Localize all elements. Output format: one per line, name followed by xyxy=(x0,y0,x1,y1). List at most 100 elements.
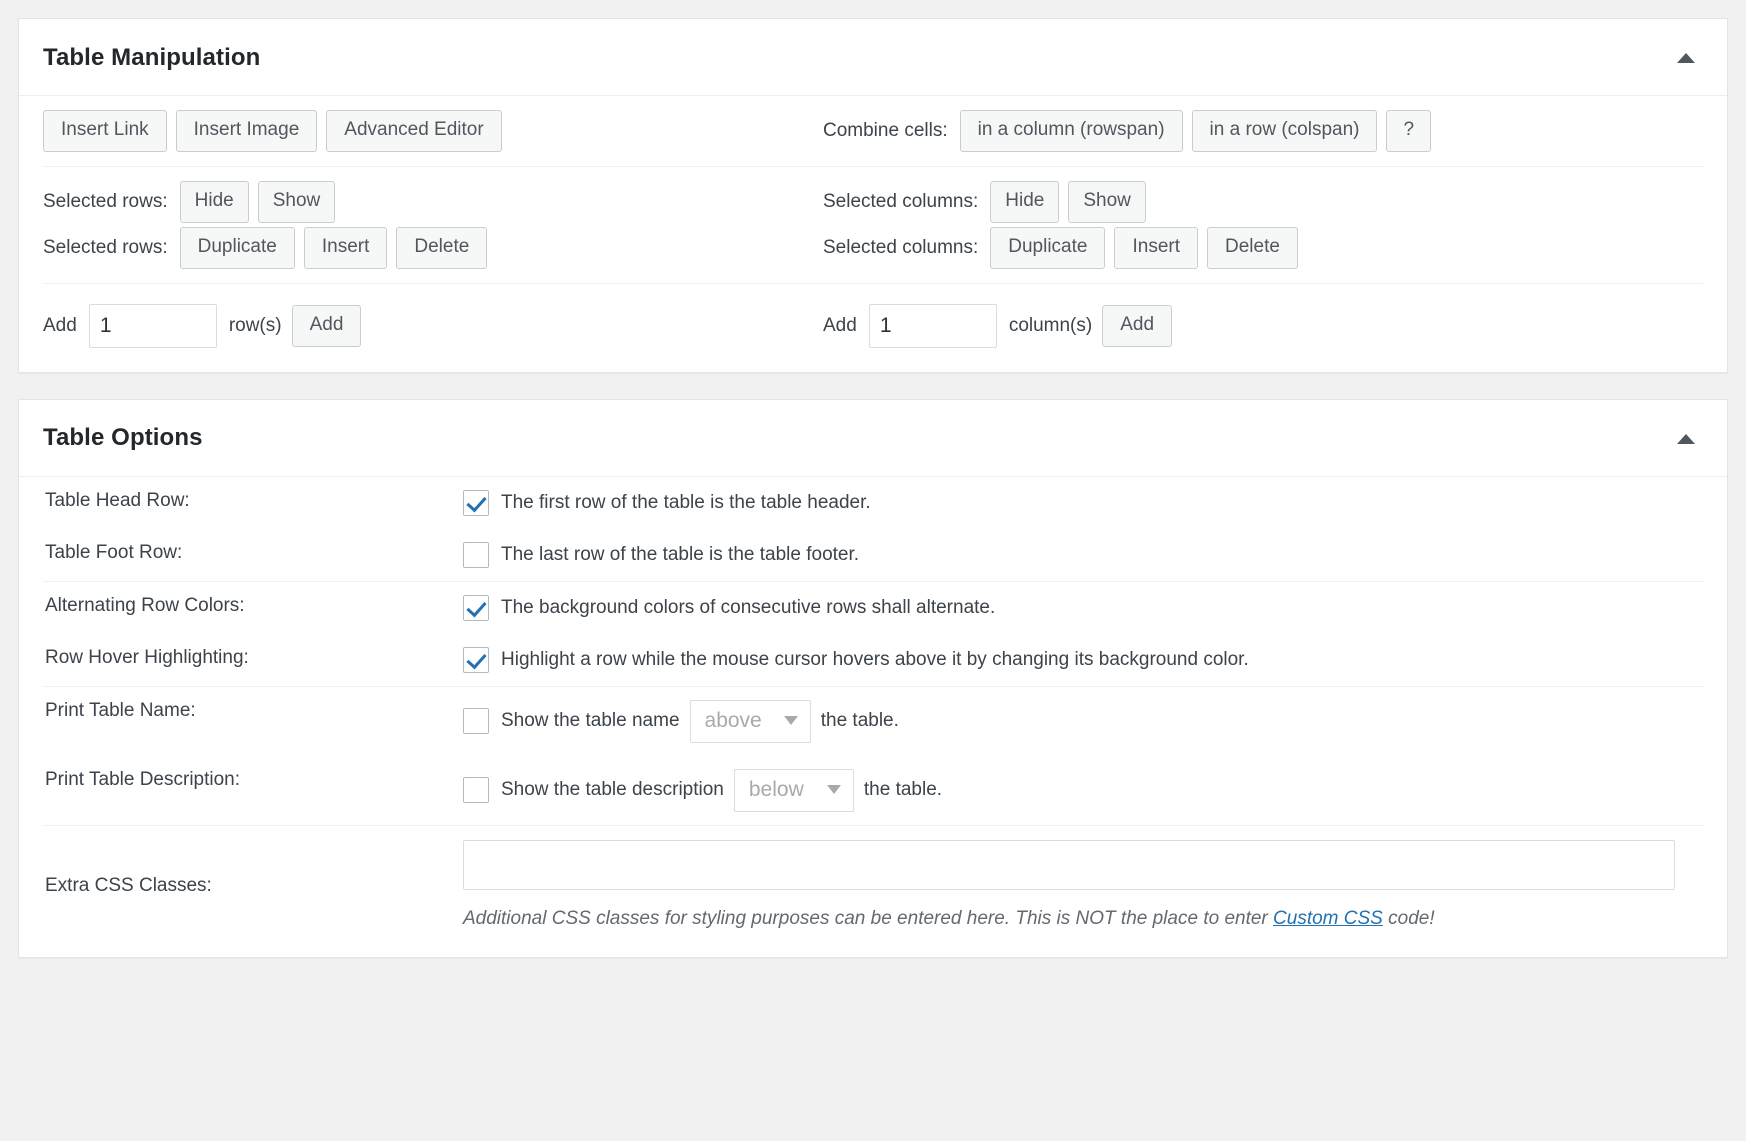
page-title-table-options: Table Options xyxy=(43,424,203,453)
print-table-description-text-after: the table. xyxy=(864,779,942,801)
chevron-up-icon-options[interactable] xyxy=(1669,422,1703,456)
print-table-description-text-before: Show the table description xyxy=(501,779,724,801)
combine-help-button[interactable]: ? xyxy=(1386,110,1431,152)
table-head-row-field: The first row of the table is the table … xyxy=(463,477,1703,529)
option-row-print-name: Print Table Name: Show the table name ab… xyxy=(43,687,1703,756)
extra-css-classes-row: Extra CSS Classes: Additional CSS classe… xyxy=(43,826,1703,957)
print-table-description-field: Show the table description below the tab… xyxy=(463,756,1703,825)
add-rows-input[interactable] xyxy=(89,304,217,348)
options-group-head-foot: Table Head Row: The first row of the tab… xyxy=(43,477,1703,582)
alternating-row-colors-label: Alternating Row Colors: xyxy=(43,582,463,630)
extra-css-classes-field: Additional CSS classes for styling purpo… xyxy=(463,840,1703,933)
combine-rowspan-button[interactable]: in a column (rowspan) xyxy=(960,110,1183,152)
chevron-down-icon xyxy=(784,716,798,725)
insert-link-button[interactable]: Insert Link xyxy=(43,110,167,152)
table-options-header: Table Options xyxy=(19,400,1727,477)
chevron-up-glyph xyxy=(1677,53,1695,63)
selected-rows-label-visibility: Selected rows: xyxy=(43,191,168,213)
option-row-alternating: Alternating Row Colors: The background c… xyxy=(43,582,1703,634)
manipulation-row-insert: Insert Link Insert Image Advanced Editor… xyxy=(43,96,1703,167)
alternating-row-colors-text: The background colors of consecutive row… xyxy=(501,597,995,619)
rows-edit-group: Selected rows: Duplicate Insert Delete xyxy=(43,225,823,283)
extra-css-description-part2: code! xyxy=(1383,908,1435,929)
extra-css-classes-description: Additional CSS classes for styling purpo… xyxy=(463,904,1675,933)
row-hover-highlighting-checkbox[interactable] xyxy=(463,647,489,673)
print-table-name-text-before: Show the table name xyxy=(501,710,680,732)
print-table-name-position-value: above xyxy=(705,709,762,733)
rows-delete-button[interactable]: Delete xyxy=(396,227,487,269)
print-table-name-field: Show the table name above the table. xyxy=(463,687,1703,756)
rows-insert-button[interactable]: Insert xyxy=(304,227,388,269)
combine-colspan-button[interactable]: in a row (colspan) xyxy=(1192,110,1378,152)
table-foot-row-label: Table Foot Row: xyxy=(43,529,463,577)
add-rows-button[interactable]: Add xyxy=(292,305,362,347)
chevron-up-glyph-options xyxy=(1677,434,1695,444)
columns-hide-button[interactable]: Hide xyxy=(990,181,1059,223)
table-options-body: Table Head Row: The first row of the tab… xyxy=(19,477,1727,957)
table-options-panel: Table Options Table Head Row: The first … xyxy=(18,399,1728,958)
selected-columns-label-visibility: Selected columns: xyxy=(823,191,978,213)
columns-insert-button[interactable]: Insert xyxy=(1114,227,1198,269)
print-table-description-position-select[interactable]: below xyxy=(734,769,854,812)
option-row-hover: Row Hover Highlighting: Highlight a row … xyxy=(43,634,1703,686)
add-columns-unit-label: column(s) xyxy=(1009,315,1092,337)
chevron-up-icon[interactable] xyxy=(1669,41,1703,75)
print-table-name-checkbox[interactable] xyxy=(463,708,489,734)
print-table-description-label: Print Table Description: xyxy=(43,756,463,804)
option-row-print-description: Print Table Description: Show the table … xyxy=(43,756,1703,825)
table-head-row-checkbox[interactable] xyxy=(463,490,489,516)
option-row-foot: Table Foot Row: The last row of the tabl… xyxy=(43,529,1703,581)
rows-visibility-group: Selected rows: Hide Show xyxy=(43,167,823,225)
combine-cells-label: Combine cells: xyxy=(823,120,948,142)
table-foot-row-checkbox[interactable] xyxy=(463,542,489,568)
table-head-row-label: Table Head Row: xyxy=(43,477,463,525)
print-table-name-text-after: the table. xyxy=(821,710,899,732)
extra-css-classes-label: Extra CSS Classes: xyxy=(43,875,463,897)
row-hover-highlighting-text: Highlight a row while the mouse cursor h… xyxy=(501,649,1249,671)
extra-css-classes-input[interactable] xyxy=(463,840,1675,890)
table-manipulation-header: Table Manipulation xyxy=(19,19,1727,96)
rows-show-button[interactable]: Show xyxy=(258,181,336,223)
selected-columns-label-edit: Selected columns: xyxy=(823,237,978,259)
print-table-name-position-select[interactable]: above xyxy=(690,700,811,743)
custom-css-link[interactable]: Custom CSS xyxy=(1273,908,1383,929)
insert-image-button[interactable]: Insert Image xyxy=(176,110,318,152)
options-group-row-styles: Alternating Row Colors: The background c… xyxy=(43,582,1703,687)
columns-show-button[interactable]: Show xyxy=(1068,181,1146,223)
print-table-description-checkbox[interactable] xyxy=(463,777,489,803)
table-manipulation-body: Insert Link Insert Image Advanced Editor… xyxy=(19,96,1727,372)
table-manipulation-panel: Table Manipulation Insert Link Insert Im… xyxy=(18,18,1728,373)
table-foot-row-field: The last row of the table is the table f… xyxy=(463,529,1703,581)
manipulation-row-add: Add row(s) Add Add column(s) Add xyxy=(43,284,1703,372)
columns-duplicate-button[interactable]: Duplicate xyxy=(990,227,1105,269)
alternating-row-colors-checkbox[interactable] xyxy=(463,595,489,621)
manipulation-row-visibility: Selected rows: Hide Show Selected column… xyxy=(43,167,1703,225)
table-foot-row-text: The last row of the table is the table f… xyxy=(501,544,859,566)
add-columns-prefix-label: Add xyxy=(823,315,857,337)
advanced-editor-button[interactable]: Advanced Editor xyxy=(326,110,501,152)
add-columns-button[interactable]: Add xyxy=(1102,305,1172,347)
alternating-row-colors-field: The background colors of consecutive row… xyxy=(463,582,1703,634)
add-columns-input[interactable] xyxy=(869,304,997,348)
manipulation-row-edit: Selected rows: Duplicate Insert Delete S… xyxy=(43,225,1703,284)
rows-duplicate-button[interactable]: Duplicate xyxy=(180,227,295,269)
admin-page: Table Manipulation Insert Link Insert Im… xyxy=(0,0,1746,1141)
print-table-description-position-value: below xyxy=(749,778,804,802)
columns-visibility-group: Selected columns: Hide Show xyxy=(823,167,1703,225)
extra-css-description-part1: Additional CSS classes for styling purpo… xyxy=(463,908,1273,929)
print-table-name-label: Print Table Name: xyxy=(43,687,463,735)
page-title-table-manipulation: Table Manipulation xyxy=(43,44,260,73)
rows-hide-button[interactable]: Hide xyxy=(180,181,249,223)
options-group-extra-css: Extra CSS Classes: Additional CSS classe… xyxy=(43,826,1703,957)
add-columns-group: Add column(s) Add xyxy=(823,284,1703,372)
columns-delete-button[interactable]: Delete xyxy=(1207,227,1298,269)
row-hover-highlighting-field: Highlight a row while the mouse cursor h… xyxy=(463,634,1703,686)
columns-edit-group: Selected columns: Duplicate Insert Delet… xyxy=(823,225,1703,283)
add-rows-group: Add row(s) Add xyxy=(43,284,823,372)
add-rows-unit-label: row(s) xyxy=(229,315,282,337)
selected-rows-label-edit: Selected rows: xyxy=(43,237,168,259)
options-group-print: Print Table Name: Show the table name ab… xyxy=(43,687,1703,826)
add-rows-prefix-label: Add xyxy=(43,315,77,337)
insert-buttons-group: Insert Link Insert Image Advanced Editor xyxy=(43,96,823,166)
row-hover-highlighting-label: Row Hover Highlighting: xyxy=(43,634,463,682)
